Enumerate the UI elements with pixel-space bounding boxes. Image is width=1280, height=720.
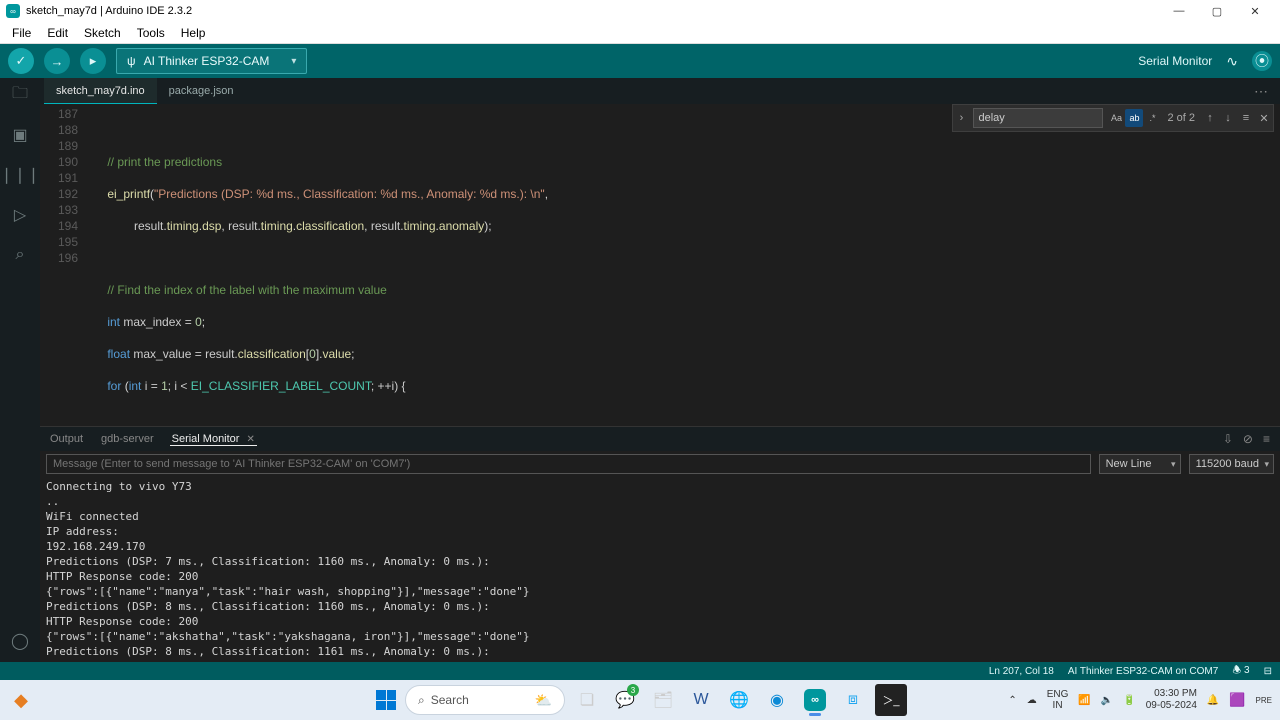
pre-indicator[interactable]: PRE [1256,696,1272,705]
menu-file[interactable]: File [4,26,39,40]
code-editor[interactable]: 187 188 189 190 191 192 193 194 195 196 … [40,104,1280,426]
usb-icon: ψ [127,54,136,68]
boards-manager-icon[interactable]: ▣ [9,124,31,146]
upload-button[interactable]: → [44,48,70,74]
notifications-icon[interactable]: 🔔 [1207,695,1219,706]
edge-icon[interactable]: ◉ [761,684,793,716]
panel-tab-serial[interactable]: Serial Monitor ✕ [170,433,257,446]
find-input[interactable] [973,108,1103,128]
search-icon[interactable]: ⌕ [9,244,31,266]
taskbar-search[interactable]: ⌕Search⛅ [405,685,565,715]
serial-plotter-icon[interactable]: ∿ [1226,53,1238,70]
find-expand-icon[interactable]: › [953,112,969,124]
find-word-icon[interactable]: ab [1125,109,1143,127]
widgets-icon[interactable]: ◆ [8,687,34,713]
taskbar-clock[interactable]: 03:30 PM09-05-2024 [1146,688,1197,712]
tab-package-json[interactable]: package.json [157,78,246,104]
menu-help[interactable]: Help [173,26,214,40]
debug-button[interactable]: ▸ [80,48,106,74]
chrome-icon[interactable]: 🌐 [723,684,755,716]
tabs-more-button[interactable]: ⋯ [1254,83,1270,100]
whatsapp-icon[interactable]: 💬3 [609,684,641,716]
menubar: File Edit Sketch Tools Help [0,22,1280,44]
bottom-panel: Output gdb-server Serial Monitor ✕ ⇩ ⊘ ≡… [40,426,1280,662]
board-name: AI Thinker ESP32-CAM [144,54,270,68]
windows-taskbar: ◆ ⌕Search⛅ ❏ 💬3 🗂 W 🌐 ◉ ∞ ⧈ ＞_ ⌃ ☁ ENGIN… [0,680,1280,720]
window-title: sketch_may7d | Arduino IDE 2.3.2 [26,5,192,17]
vscode-icon[interactable]: ⧈ [837,684,869,716]
board-selector[interactable]: ψ AI Thinker ESP32-CAM ▾ [116,48,307,74]
menu-tools[interactable]: Tools [129,26,173,40]
find-count: 2 of 2 [1167,112,1195,124]
find-case-icon[interactable]: Aa [1107,109,1125,127]
find-widget: › Aa ab .* 2 of 2 ↑ ↓ ≡ ✕ [952,104,1274,132]
panel-tab-output[interactable]: Output [48,433,85,445]
volume-icon[interactable]: 🔈 [1101,695,1113,706]
panel-tab-gdb[interactable]: gdb-server [99,433,156,445]
tab-sketch[interactable]: sketch_may7d.ino [44,78,157,104]
find-close-icon[interactable]: ✕ [1255,112,1273,125]
window-maximize-button[interactable]: ▢ [1198,0,1236,22]
find-selection-icon[interactable]: ≡ [1237,112,1255,124]
taskview-icon[interactable]: ❏ [571,684,603,716]
find-prev-icon[interactable]: ↑ [1201,112,1219,124]
cursor-position[interactable]: Ln 207, Col 18 [989,666,1054,677]
language-indicator[interactable]: ENGIN [1047,689,1069,711]
serial-message-input[interactable] [46,454,1091,474]
status-close-icon[interactable]: ⊟ [1264,666,1272,677]
account-icon[interactable]: ⦿ [1252,51,1272,71]
code-content[interactable]: // print the predictions ei_printf("Pred… [84,104,1280,426]
baud-rate-select[interactable]: 115200 baud [1189,454,1274,474]
menu-sketch[interactable]: Sketch [76,26,129,40]
close-icon[interactable]: ✕ [247,434,255,445]
editor-tabs: sketch_may7d.ino package.json ⋯ [40,78,1280,104]
copilot-icon[interactable]: 🟪 [1229,692,1245,708]
weather-icon: ⛅ [535,692,552,709]
window-close-button[interactable]: ✕ [1236,0,1274,22]
terminal-icon[interactable]: ＞_ [875,684,907,716]
window-titlebar: ∞ sketch_may7d | Arduino IDE 2.3.2 — ▢ ✕ [0,0,1280,22]
panel-scroll-icon[interactable]: ⇩ [1223,432,1233,446]
sketchbook-icon[interactable]: 🗀 [9,84,31,106]
arduino-logo-icon: ∞ [6,4,20,18]
toolbar: ✓ → ▸ ψ AI Thinker ESP32-CAM ▾ Serial Mo… [0,44,1280,78]
panel-clear-icon[interactable]: ⊘ [1243,432,1253,446]
status-board[interactable]: AI Thinker ESP32-CAM on COM7 [1068,666,1218,677]
wifi-icon[interactable]: 📶 [1078,695,1090,706]
onedrive-icon[interactable]: ☁ [1027,695,1037,706]
find-next-icon[interactable]: ↓ [1219,112,1237,124]
menu-edit[interactable]: Edit [39,26,76,40]
line-gutter: 187 188 189 190 191 192 193 194 195 196 [40,104,84,426]
window-minimize-button[interactable]: — [1160,0,1198,22]
battery-icon[interactable]: 🔋 [1123,695,1135,706]
activity-bar: 🗀 ▣ ❘❘❘ ▷ ⌕ ◯ [0,78,40,662]
status-notifications[interactable]: 🕭 3 [1232,663,1249,680]
debug-icon[interactable]: ▷ [9,204,31,226]
line-ending-select[interactable]: New Line [1099,454,1181,474]
explorer-icon[interactable]: 🗂 [647,684,679,716]
start-button[interactable] [373,687,399,713]
tray-expand-icon[interactable]: ⌃ [1008,695,1016,706]
verify-button[interactable]: ✓ [8,48,34,74]
library-manager-icon[interactable]: ❘❘❘ [9,164,31,186]
serial-monitor-toolbar-label[interactable]: Serial Monitor [1138,54,1212,68]
arduino-taskbar-icon[interactable]: ∞ [799,684,831,716]
status-bar: Ln 207, Col 18 AI Thinker ESP32-CAM on C… [0,662,1280,680]
search-icon: ⌕ [418,693,425,708]
panel-menu-icon[interactable]: ≡ [1263,432,1270,446]
profile-icon[interactable]: ◯ [9,630,31,652]
chevron-down-icon: ▾ [291,56,296,67]
serial-output[interactable]: Connecting to vivo Y73 .. WiFi connected… [40,477,1280,662]
find-regex-icon[interactable]: .* [1143,109,1161,127]
word-icon[interactable]: W [685,684,717,716]
